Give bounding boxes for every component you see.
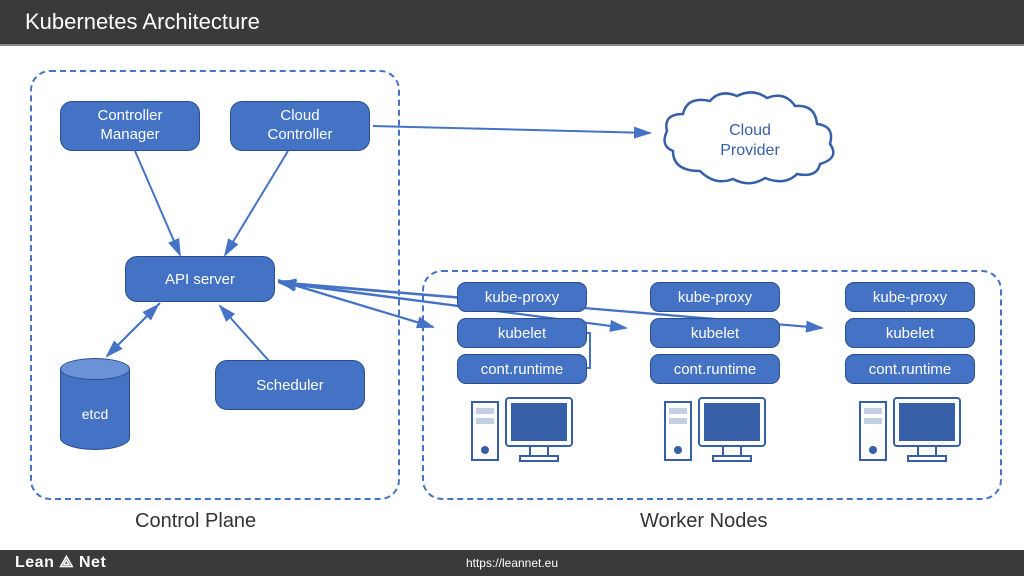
computer-icon — [470, 394, 575, 469]
cloud-provider: CloudProvider — [655, 86, 845, 196]
kubelet-box: kubelet — [650, 318, 780, 348]
runtime-box: cont.runtime — [457, 354, 587, 384]
kube-proxy-box: kube-proxy — [457, 282, 587, 312]
diagram-canvas: ControllerManager CloudController API se… — [0, 48, 1024, 538]
control-plane-label: Control Plane — [135, 510, 256, 533]
cloud-controller-box: CloudController — [230, 101, 370, 151]
kube-proxy-box: kube-proxy — [650, 282, 780, 312]
kubelet-box: kubelet — [457, 318, 587, 348]
controller-manager-box: ControllerManager — [60, 101, 200, 151]
computer-icon — [858, 394, 963, 469]
footer: Lean ⟁ Net https://leannet.eu — [0, 550, 1024, 576]
worker-node-2: kube-proxy kubelet cont.runtime — [630, 282, 800, 469]
footer-brand: Lean ⟁ Net — [0, 554, 106, 572]
etcd-database: etcd — [60, 358, 130, 453]
api-server-box: API server — [125, 256, 275, 302]
worker-nodes-label: Worker Nodes — [640, 510, 767, 533]
footer-url: https://leannet.eu — [466, 556, 558, 570]
page-title: Kubernetes Architecture — [0, 0, 1024, 44]
kube-proxy-box: kube-proxy — [845, 282, 975, 312]
worker-node-3: kube-proxy kubelet cont.runtime — [825, 282, 995, 469]
worker-node-1: kube-proxy kubelet cont.runtime — [437, 282, 607, 469]
divider — [0, 44, 1024, 46]
scheduler-box: Scheduler — [215, 360, 365, 410]
runtime-box: cont.runtime — [845, 354, 975, 384]
kubelet-box: kubelet — [845, 318, 975, 348]
runtime-box: cont.runtime — [650, 354, 780, 384]
computer-icon — [663, 394, 768, 469]
